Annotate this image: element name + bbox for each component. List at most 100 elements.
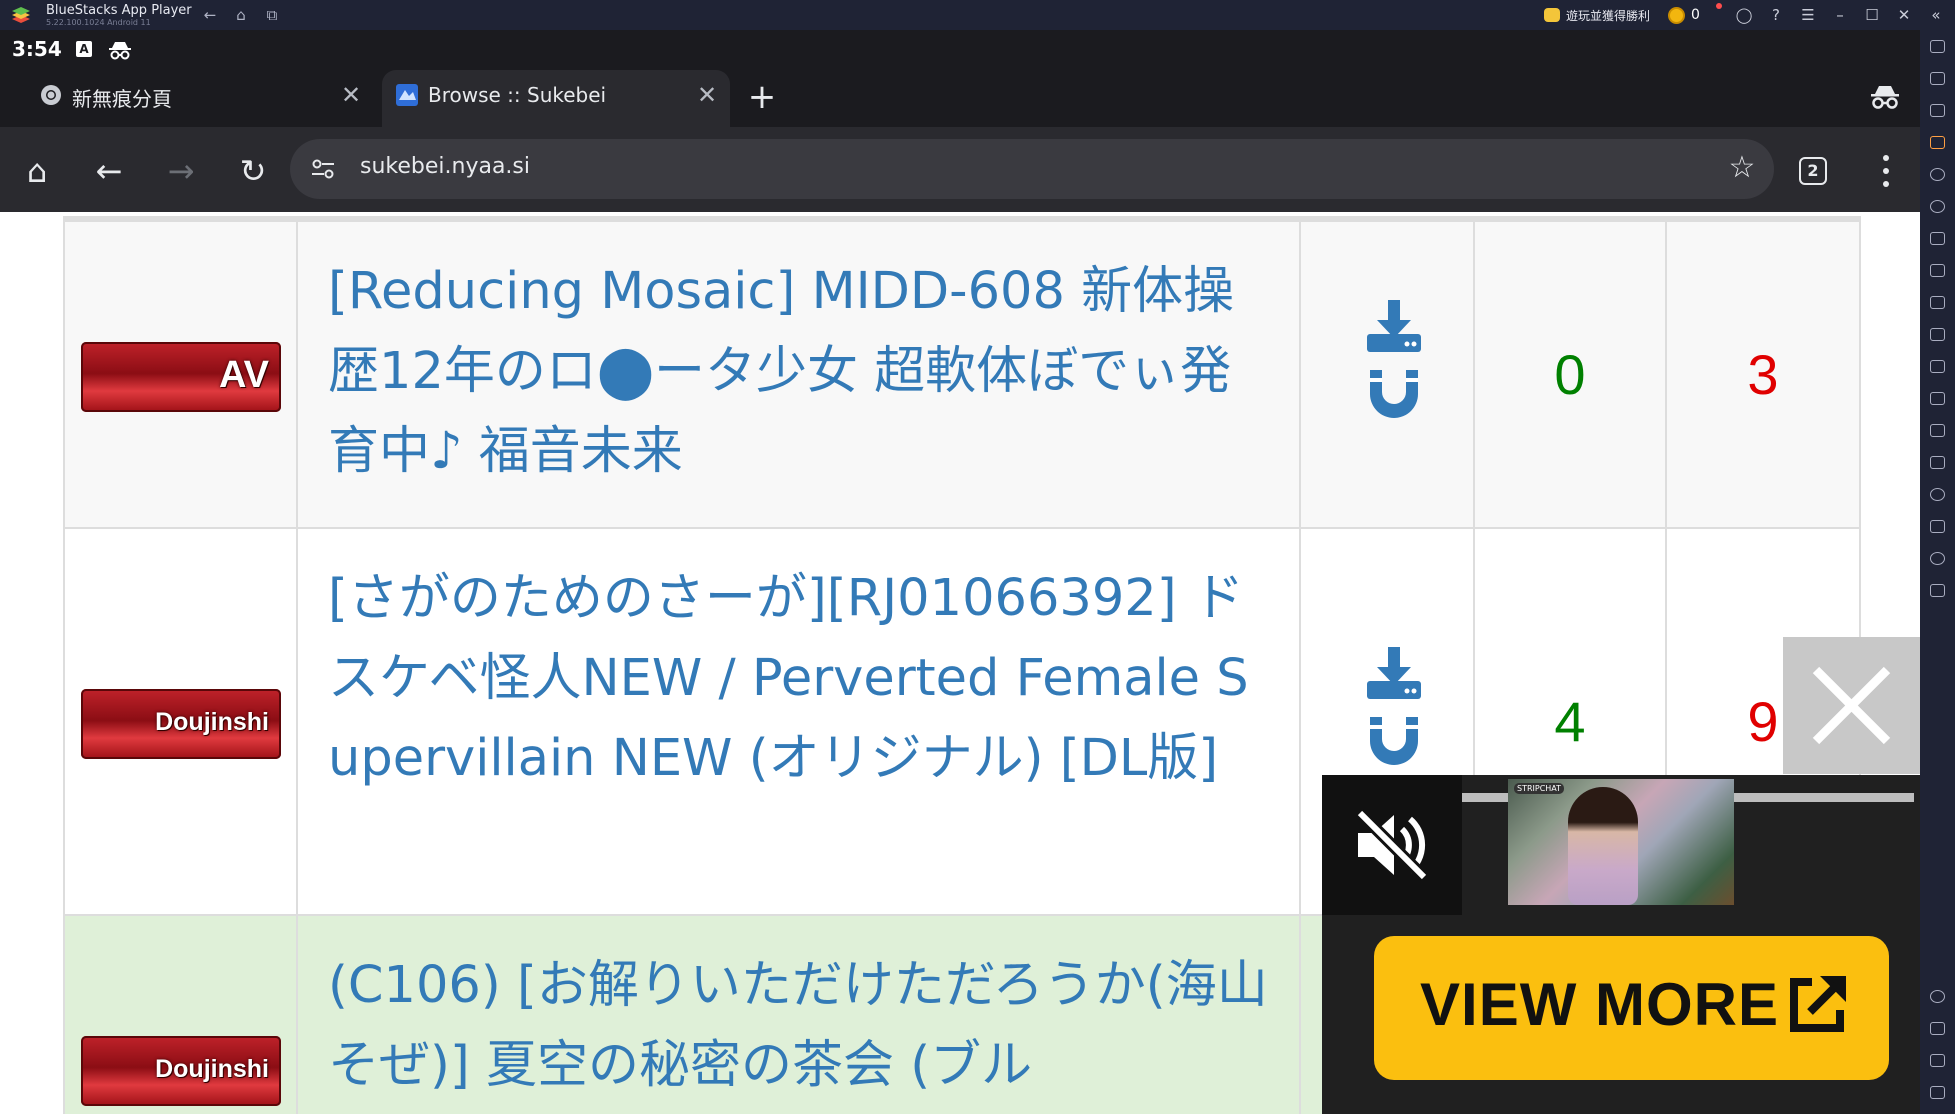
tab-sukebei[interactable]: Browse :: Sukebei ✕	[382, 70, 730, 127]
tab-title: 新無痕分頁	[72, 87, 172, 111]
category-label: AV	[219, 354, 269, 396]
account-icon[interactable]: ◯	[1734, 5, 1754, 25]
incognito-icon	[109, 42, 131, 60]
rotate-icon[interactable]	[1930, 424, 1945, 437]
download-icon[interactable]	[1367, 647, 1421, 699]
emulator-coins[interactable]: 0	[1668, 3, 1722, 25]
volume-icon[interactable]	[1930, 72, 1945, 85]
minimize-icon[interactable]: –	[1830, 5, 1850, 25]
macro-icon[interactable]	[1930, 168, 1945, 181]
help-icon[interactable]: ?	[1766, 5, 1786, 25]
gamepad-icon	[1544, 8, 1560, 22]
collapse-sidebar-icon[interactable]: «	[1926, 5, 1946, 25]
hamburger-menu-icon[interactable]: ☰	[1798, 5, 1818, 25]
performance-icon[interactable]	[1930, 264, 1945, 277]
ad-thumbnail[interactable]: STRIPCHAT	[1508, 779, 1734, 905]
airplane-icon[interactable]	[1930, 392, 1945, 405]
status-time: 3:54	[12, 37, 62, 61]
torrent-title-link[interactable]: [さがのためのさーが][RJ01066392] ドスケベ怪人NEW / Perv…	[328, 559, 1269, 799]
close-tab-icon[interactable]: ✕	[692, 80, 722, 110]
record-icon[interactable]	[1930, 328, 1945, 341]
mute-button[interactable]	[1322, 775, 1462, 915]
folder-icon[interactable]	[1930, 360, 1945, 373]
reload-icon[interactable]: ↻	[233, 151, 273, 191]
browser-toolbar: ⌂ ← → ↻ sukebei.nyaa.si ☆ 2	[0, 127, 1920, 212]
emulator-app-name: BlueStacks App Player	[46, 3, 192, 18]
sidebar-home-icon[interactable]	[1930, 1054, 1945, 1067]
ad-close-button[interactable]	[1783, 637, 1920, 774]
close-icon	[1812, 666, 1891, 745]
category-cell: AV	[63, 222, 298, 527]
chrome-icon	[41, 85, 61, 105]
keyboard-icon[interactable]	[1930, 136, 1945, 149]
view-more-button[interactable]: VIEW MORE	[1374, 936, 1889, 1080]
category-cell: Doujinshi	[63, 916, 298, 1114]
url-text[interactable]: sukebei.nyaa.si	[360, 154, 530, 179]
incognito-icon[interactable]	[1868, 82, 1902, 112]
android-status-bar: 3:54 A	[0, 30, 1920, 70]
torrent-table: AV [Reducing Mosaic] MIDD-608 新体操歴12年のロ⬤…	[63, 216, 1861, 1114]
table-row: AV [Reducing Mosaic] MIDD-608 新体操歴12年のロ⬤…	[63, 222, 1861, 529]
close-tab-icon[interactable]: ✕	[336, 80, 366, 110]
tab-incognito-new[interactable]: 新無痕分頁 ✕	[0, 70, 378, 127]
emulator-titlebar: BlueStacks App Player 5.22.100.1024 Andr…	[0, 0, 1955, 30]
location-icon[interactable]	[1930, 488, 1945, 501]
notification-dot	[1716, 3, 1722, 9]
a-notification-icon: A	[76, 41, 92, 57]
settings-icon[interactable]	[1930, 990, 1945, 1003]
magnet-icon[interactable]	[1367, 370, 1421, 422]
sidebar-recents-icon[interactable]	[1930, 1086, 1945, 1099]
magnet-icon[interactable]	[1367, 717, 1421, 769]
ad-video-player[interactable]: STRIPCHAT	[1322, 775, 1920, 915]
gamepad-sidebar-icon[interactable]	[1930, 232, 1945, 245]
new-tab-icon[interactable]: +	[744, 80, 780, 116]
sync-icon[interactable]	[1930, 200, 1945, 213]
tab-title: Browse :: Sukebei	[428, 83, 607, 107]
tab-switcher-button[interactable]: 2	[1799, 157, 1827, 185]
view-more-label: VIEW MORE	[1420, 971, 1780, 1038]
emulator-recents-icon[interactable]: ⧉	[262, 5, 282, 25]
layers-icon[interactable]	[1930, 520, 1945, 533]
muted-speaker-icon	[1355, 808, 1429, 882]
emulator-home-icon[interactable]: ⌂	[231, 5, 251, 25]
leechers-count: 3	[1747, 343, 1779, 406]
coin-count: 0	[1691, 7, 1700, 23]
time-icon[interactable]	[1930, 552, 1945, 565]
seeders-cell: 0	[1475, 222, 1667, 527]
name-cell: [さがのためのさーが][RJ01066392] ドスケベ怪人NEW / Perv…	[298, 529, 1301, 914]
fullscreen-icon[interactable]	[1930, 40, 1945, 53]
torrent-title-link[interactable]: [Reducing Mosaic] MIDD-608 新体操歴12年のロ⬤ータ少…	[328, 252, 1269, 492]
name-cell: [Reducing Mosaic] MIDD-608 新体操歴12年のロ⬤ータ少…	[298, 222, 1301, 527]
eco-icon[interactable]	[1930, 456, 1945, 469]
emulator-promo[interactable]: 遊玩並獲得勝利	[1544, 5, 1650, 25]
bookmark-star-icon[interactable]: ☆	[1726, 152, 1758, 184]
ad-thumbnail-figure	[1568, 787, 1638, 905]
browser-tab-strip: 新無痕分頁 ✕ Browse :: Sukebei ✕ +	[0, 70, 1920, 127]
torrent-title-link[interactable]: (C106) [お解りいただけただろうか(海山そぜ)] 夏空の秘密の茶会 (ブル	[328, 946, 1269, 1106]
site-settings-icon[interactable]	[310, 156, 336, 182]
window-close-icon[interactable]: ✕	[1894, 5, 1914, 25]
sidebar-back-icon[interactable]	[1930, 1022, 1945, 1035]
emulator-back-icon[interactable]: ←	[200, 5, 220, 25]
back-icon[interactable]: ←	[89, 151, 129, 191]
maximize-icon[interactable]: ☐	[1862, 5, 1882, 25]
bluestacks-logo-icon	[12, 7, 30, 23]
emulator-version: 5.22.100.1024 Android 11	[46, 18, 151, 27]
category-badge[interactable]: AV	[81, 342, 281, 412]
emulator-sidebar	[1920, 30, 1955, 1114]
download-icon[interactable]	[1367, 300, 1421, 352]
more-menu-icon[interactable]	[1868, 151, 1902, 191]
address-bar[interactable]: sukebei.nyaa.si ☆	[290, 139, 1774, 199]
category-label: Doujinshi	[155, 1055, 269, 1083]
media-icon[interactable]	[1930, 104, 1945, 117]
multi-instance-icon[interactable]	[1930, 584, 1945, 597]
category-badge[interactable]: Doujinshi	[81, 689, 281, 759]
site-favicon-icon	[396, 84, 418, 106]
seeders-count: 0	[1554, 343, 1586, 406]
home-icon[interactable]: ⌂	[17, 151, 57, 191]
category-cell: Doujinshi	[63, 529, 298, 914]
category-badge[interactable]: Doujinshi	[81, 1036, 281, 1106]
screenshot-icon[interactable]	[1930, 296, 1945, 309]
seeders-count: 4	[1554, 690, 1586, 753]
category-label: Doujinshi	[155, 708, 269, 736]
